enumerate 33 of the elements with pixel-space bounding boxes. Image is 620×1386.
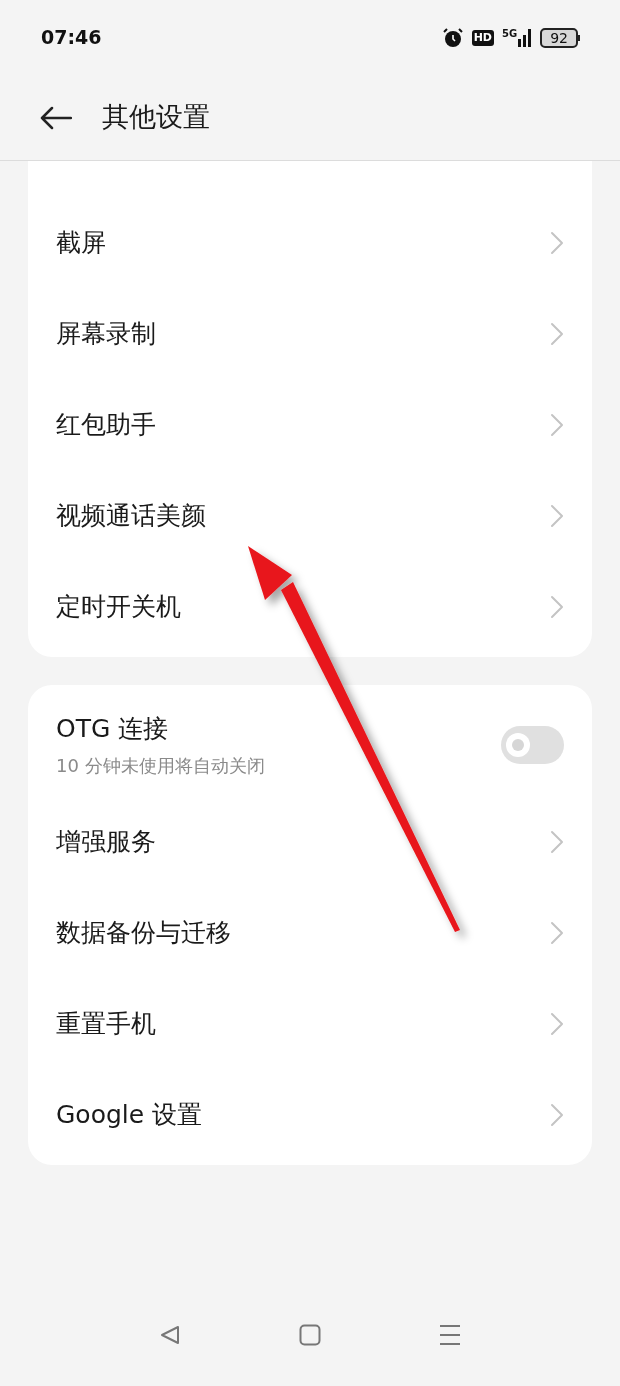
chevron-icon [550, 594, 564, 619]
settings-item[interactable]: OTG 连接 10 分钟未使用将自动关闭 [28, 685, 592, 796]
item-label: OTG 连接 [56, 713, 170, 746]
status-time: 07:46 [41, 25, 102, 51]
alarm-clock-icon [441, 26, 464, 49]
settings-item[interactable]: Google 设置 [28, 1069, 592, 1160]
settings-item[interactable]: 定时开关机 [28, 561, 592, 652]
settings-item[interactable]: 重置手机 [28, 978, 592, 1069]
chevron-icon [550, 230, 564, 255]
chevron-icon [550, 1011, 564, 1036]
chevron-icon [550, 321, 564, 346]
home-nav-icon[interactable] [299, 1324, 321, 1346]
item-subtitle: 10 分钟未使用将自动关闭 [56, 753, 265, 778]
chevron-icon [550, 412, 564, 437]
chevron-icon [550, 503, 564, 528]
menu-nav-icon[interactable] [439, 1324, 461, 1346]
settings-item[interactable]: 截屏 [28, 197, 592, 288]
settings-item[interactable]: 视频通话美颜 [28, 470, 592, 561]
chevron-icon [550, 1102, 564, 1127]
settings-item[interactable]: 数据备份与迁移 [28, 887, 592, 978]
signal-icon [518, 28, 533, 47]
back-arrow-icon[interactable] [40, 105, 72, 130]
settings-item[interactable]: 红包助手 [28, 379, 592, 470]
battery-indicator: 92 [540, 27, 580, 48]
page-title: 其他设置 [102, 100, 210, 135]
chevron-icon [550, 829, 564, 854]
chevron-icon [550, 920, 564, 945]
back-nav-icon[interactable] [159, 1324, 181, 1346]
toggle-switch[interactable] [501, 725, 564, 764]
hd-badge: HD [471, 29, 494, 46]
settings-item[interactable]: 增强服务 [28, 796, 592, 887]
network-label: 5G [502, 28, 518, 39]
settings-item[interactable]: 屏幕录制 [28, 288, 592, 379]
